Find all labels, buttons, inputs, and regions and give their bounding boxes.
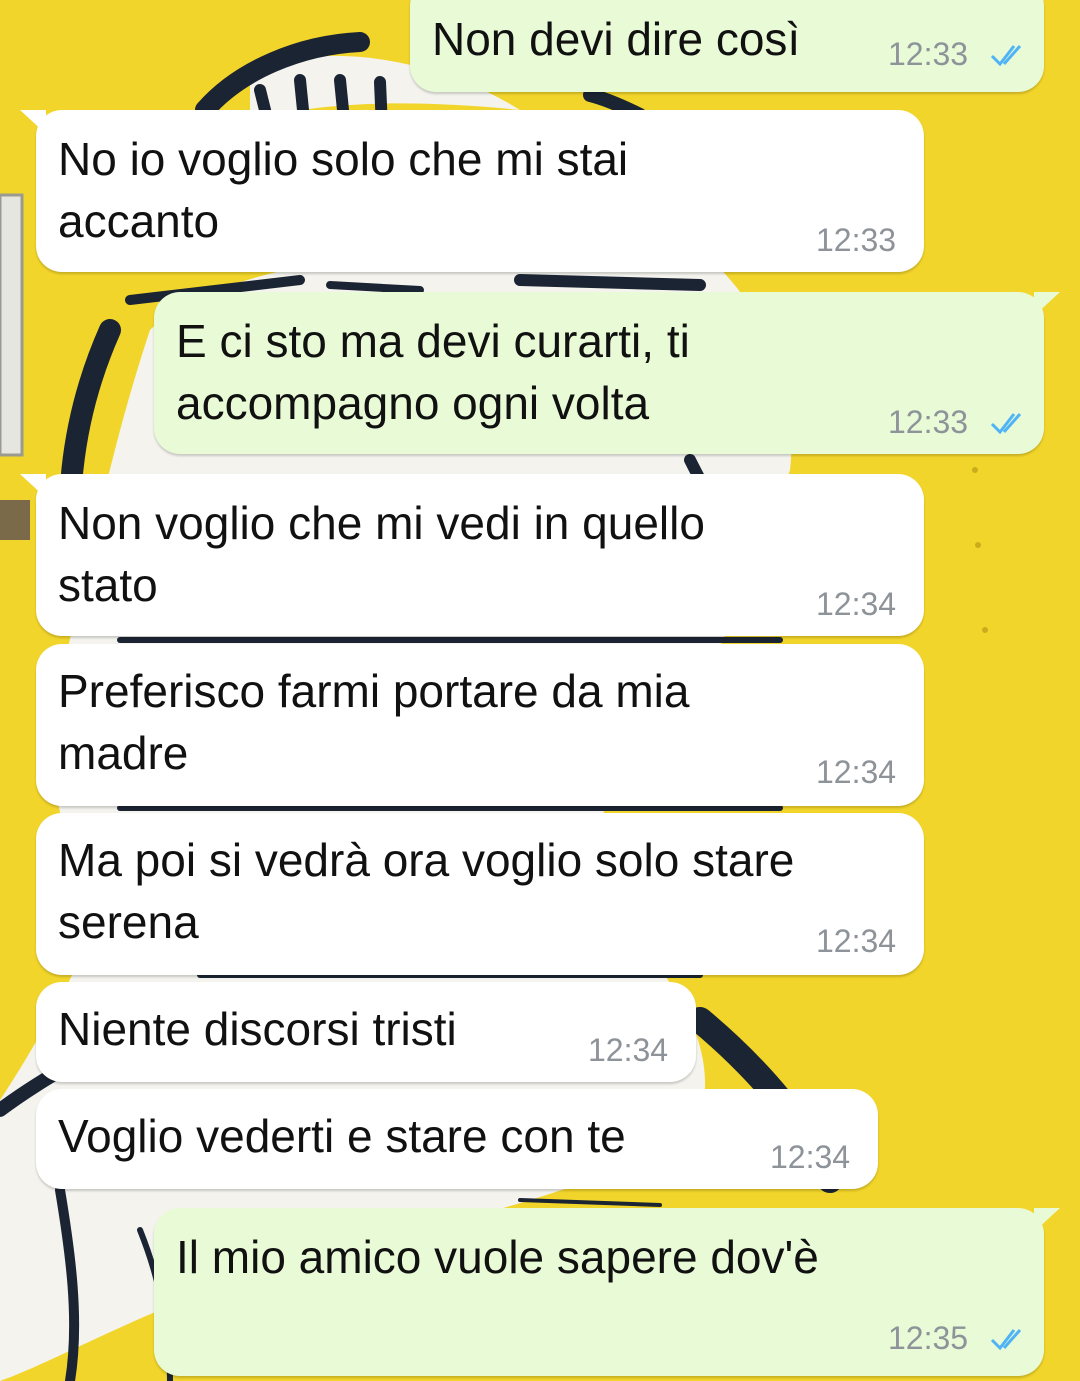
message-bubble-incoming[interactable]: Ma poi si vedrà ora voglio solo stare se…	[36, 813, 924, 975]
message-bubble-incoming[interactable]: Preferisco farmi portare da mia madre 12…	[36, 644, 924, 806]
message-bubble-incoming[interactable]: Niente discorsi tristi 12:34	[36, 982, 696, 1082]
message-text: Niente discorsi tristi	[58, 1003, 457, 1055]
message-time: 12:34	[816, 923, 897, 959]
read-ticks-icon	[990, 45, 1022, 67]
bubble-tail	[1034, 1208, 1060, 1232]
read-ticks-icon	[990, 413, 1022, 435]
message-time: 12:33	[888, 36, 969, 72]
message-text: No io voglio solo che mi stai accanto	[58, 133, 629, 247]
message-time: 12:34	[770, 1139, 851, 1175]
message-time: 12:35	[888, 1320, 969, 1356]
message-time: 12:34	[816, 586, 897, 622]
message-bubble-outgoing[interactable]: E ci sto ma devi curarti, ti accompagno …	[154, 292, 1060, 454]
message-text: Il mio amico vuole sapere dov'è	[176, 1231, 819, 1283]
message-time: 12:33	[888, 404, 969, 440]
message-bubble-outgoing[interactable]: Non devi dire così 12:33	[410, 0, 1044, 92]
message-time: 12:34	[816, 754, 897, 790]
message-text: Non voglio che mi vedi in quello stato	[58, 497, 705, 611]
message-bubble-incoming[interactable]: No io voglio solo che mi stai accanto 12…	[20, 110, 924, 272]
message-time: 12:34	[588, 1032, 669, 1068]
bubble-tail	[20, 474, 46, 498]
read-ticks-icon	[990, 1329, 1022, 1351]
bubble-tail	[1034, 292, 1060, 316]
message-bubble-incoming[interactable]: Non voglio che mi vedi in quello stato 1…	[20, 474, 924, 636]
message-text: Preferisco farmi portare da mia madre	[58, 665, 690, 779]
bubble-tail	[20, 110, 46, 134]
message-text: Voglio vederti e stare con te	[58, 1110, 626, 1162]
message-text: Ma poi si vedrà ora voglio solo stare se…	[58, 834, 795, 948]
message-bubble-outgoing[interactable]: Il mio amico vuole sapere dov'è 12:35	[154, 1208, 1060, 1376]
message-time: 12:33	[816, 222, 897, 258]
message-bubble-incoming[interactable]: Voglio vederti e stare con te 12:34	[36, 1089, 878, 1189]
